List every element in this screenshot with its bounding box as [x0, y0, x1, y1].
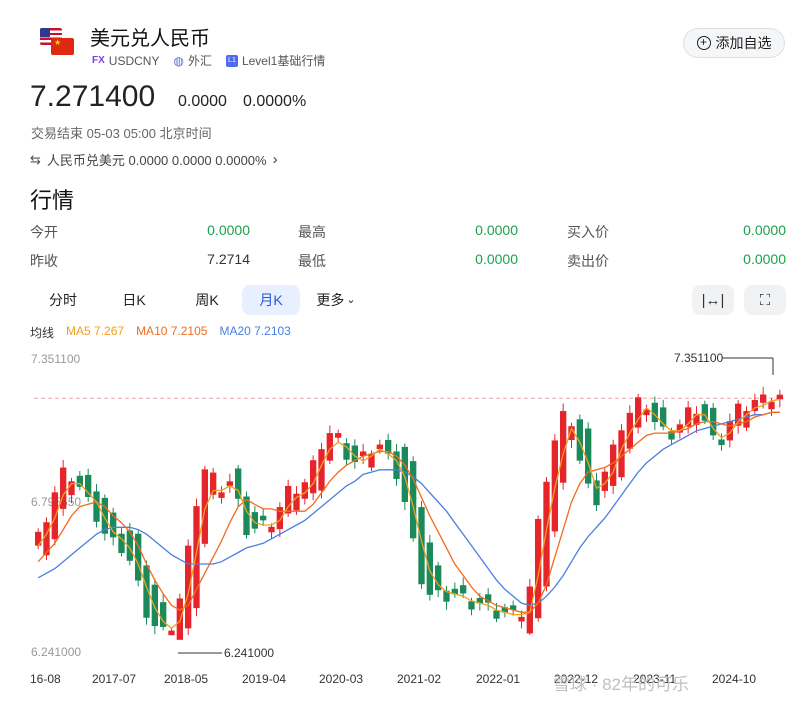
tab-monthly-k[interactable]: 月K: [242, 285, 300, 315]
level-icon: L1: [225, 54, 238, 67]
stat-value-ask: 0.0000: [743, 251, 786, 267]
stat-label-high: 最高: [298, 224, 326, 240]
min-price-label: 6.241000: [224, 646, 274, 660]
candle-body: [51, 492, 58, 540]
candle-body: [418, 507, 425, 585]
candle-body: [518, 616, 525, 622]
stat-value-bid: 0.0000: [743, 222, 786, 238]
candle-body: [468, 601, 475, 610]
stat-value-high: 0.0000: [475, 222, 518, 238]
candle-body: [201, 469, 208, 544]
candle-body: [260, 515, 267, 521]
candle-body: [760, 394, 767, 403]
candle-body: [168, 630, 175, 636]
usd-cny-flag-icon: ★: [40, 28, 74, 58]
chevron-down-icon: ⌄: [346, 294, 356, 306]
candle-body: [576, 419, 583, 461]
candle-body: [185, 545, 192, 629]
fx-badge: FX: [92, 55, 105, 66]
add-watchlist-button[interactable]: + 添加自选: [683, 28, 785, 58]
page-title: 美元兑人民币: [90, 26, 210, 50]
candle-body: [335, 433, 342, 438]
fullscreen-button[interactable]: ⛶: [744, 285, 786, 315]
swap-icon: ⇆: [30, 151, 41, 167]
ma20-legend: MA20 7.2103: [219, 324, 291, 338]
plus-circle-icon: +: [696, 36, 711, 50]
candle-body: [460, 585, 467, 594]
x-tick-label: 2024-10: [712, 672, 756, 686]
x-tick-label: 16-08: [30, 672, 61, 686]
globe-icon: ◍: [173, 53, 184, 68]
related-pair-link[interactable]: ⇆ 人民币兑美元 0.0000 0.0000 0.0000% ›: [30, 150, 278, 169]
x-tick-label: 2020-03: [319, 672, 363, 686]
add-watchlist-label: 添加自选: [715, 35, 772, 51]
y-tick-label: 6.241000: [31, 645, 81, 659]
fullscreen-icon: ⛶: [759, 291, 771, 309]
current-price: 7.271400: [30, 80, 156, 113]
candle-body: [543, 481, 550, 587]
candle-body: [593, 480, 600, 506]
ma5-legend: MA5 7.267: [66, 324, 125, 338]
level-label: Level1基础行情: [241, 54, 326, 68]
stat-value-low: 0.0000: [475, 251, 518, 267]
stat-label-bid: 买入价: [567, 224, 609, 240]
candle-body: [401, 446, 408, 502]
candle-body: [268, 526, 275, 533]
tab-more[interactable]: 更多 ⌄: [300, 285, 372, 315]
candle-body: [218, 492, 225, 498]
ma-legend-label: 均线: [30, 326, 55, 340]
monthly-k-chart[interactable]: 7.3511006.7955506.24100016-082017-072018…: [0, 345, 800, 690]
tab-more-label: 更多: [316, 292, 345, 308]
fit-width-icon: |↔|: [701, 291, 725, 309]
trading-status: 交易结束 05-03 05:00 北京时间: [31, 126, 212, 141]
ma10-legend: MA10 7.2105: [136, 324, 208, 338]
symbol-tags: FX USDCNY ◍ 外汇 L1 Level1基础行情: [92, 52, 333, 69]
chart-period-tabs: 分时 日K 周K 月K 更多 ⌄: [30, 285, 372, 315]
symbol-code: USDCNY: [108, 53, 160, 68]
stat-label-ask: 卖出价: [567, 253, 609, 269]
stat-value-open: 0.0000: [207, 222, 250, 238]
watermark-text: 雪球 · 82年的可乐: [553, 675, 690, 694]
max-price-label: 7.351100: [674, 351, 723, 365]
tab-weekly-k[interactable]: 周K: [172, 285, 242, 315]
candle-body: [718, 439, 725, 446]
candle-body: [310, 460, 317, 494]
x-tick-label: 2019-04: [242, 672, 286, 686]
candle-body: [493, 610, 500, 619]
fit-width-button[interactable]: |↔|: [692, 285, 734, 315]
market-label: 外汇: [187, 54, 212, 68]
candle-body: [768, 401, 775, 410]
candle-body: [376, 444, 383, 450]
stat-label-low: 最低: [298, 253, 326, 269]
price-change: 0.0000: [178, 93, 227, 110]
tab-daily-k[interactable]: 日K: [96, 285, 172, 315]
ma-legend: 均线 MA5 7.267 MA10 7.2105 MA20 7.2103: [30, 324, 291, 341]
stat-value-prev-close: 7.2714: [207, 251, 250, 267]
candle-body: [776, 394, 783, 400]
y-tick-label: 7.351100: [31, 352, 80, 366]
x-tick-label: 2021-02: [397, 672, 441, 686]
stat-label-prev-close: 昨收: [30, 253, 58, 269]
x-tick-label: 2018-05: [164, 672, 208, 686]
market-section-title: 行情: [30, 188, 75, 213]
x-tick-label: 2017-07: [92, 672, 136, 686]
x-tick-label: 2022-01: [476, 672, 520, 686]
candle-body: [151, 584, 158, 627]
price-change-percent: 0.0000%: [243, 93, 307, 110]
chevron-right-icon: ›: [272, 151, 278, 168]
tab-intraday[interactable]: 分时: [30, 285, 96, 315]
candle-body: [626, 412, 633, 449]
related-pair-text: 人民币兑美元 0.0000 0.0000 0.0000%: [46, 153, 267, 168]
stat-label-open: 今开: [30, 224, 58, 240]
